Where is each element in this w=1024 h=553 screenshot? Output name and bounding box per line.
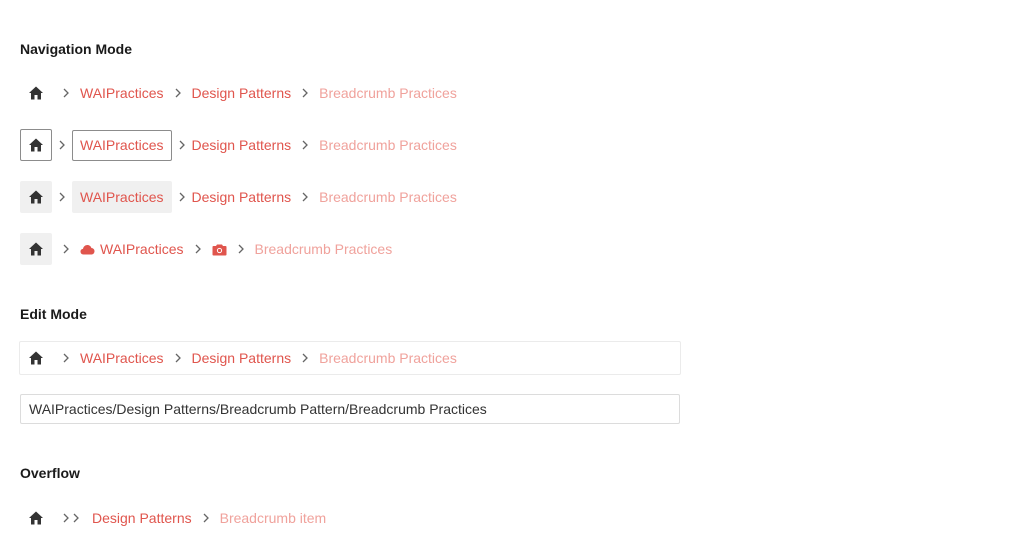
breadcrumb-plain: WAIPractices Design Patterns Breadcrumb … — [20, 77, 457, 109]
chevron-right-icon — [61, 513, 71, 523]
breadcrumb-focused: WAIPractices Design Patterns Breadcrumb … — [20, 129, 457, 161]
breadcrumb-overflow: Design Patterns Breadcrumb item — [20, 502, 326, 534]
chevron-right-icon — [52, 88, 80, 98]
breadcrumb-item-waipractices[interactable]: WAIPractices — [72, 181, 172, 213]
breadcrumb-with-icons: WAIPractices Breadcrumb Practices — [20, 233, 392, 265]
chevron-right-icon — [172, 192, 192, 202]
breadcrumb-item-waipractices[interactable]: WAIPractices — [80, 342, 164, 374]
section-title-overflow: Overflow — [20, 465, 80, 481]
breadcrumb-current: Breadcrumb item — [219, 510, 327, 526]
breadcrumb-current: Breadcrumb Practices — [319, 85, 457, 101]
home-icon[interactable] — [20, 502, 52, 534]
section-title-edit-mode: Edit Mode — [20, 306, 87, 322]
chevron-right-icon — [52, 192, 72, 202]
breadcrumb-item-design-patterns[interactable]: Design Patterns — [192, 181, 292, 213]
breadcrumb-item-waipractices[interactable]: WAIPractices — [80, 77, 164, 109]
chevron-right-icon — [291, 88, 319, 98]
breadcrumb-item-design-patterns[interactable]: Design Patterns — [192, 77, 292, 109]
chevron-right-icon — [172, 140, 192, 150]
chevron-right-icon — [227, 244, 255, 254]
chevron-right-icon — [52, 140, 72, 150]
camera-icon — [212, 243, 227, 256]
breadcrumb-item-label: WAIPractices — [100, 241, 184, 257]
section-title-navigation-mode: Navigation Mode — [20, 41, 133, 57]
breadcrumb-item-design-patterns[interactable]: Design Patterns — [192, 129, 292, 161]
chevron-right-icon — [164, 353, 192, 363]
home-icon[interactable] — [20, 342, 52, 374]
chevron-right-icon — [52, 353, 80, 363]
home-icon[interactable] — [20, 233, 52, 265]
chevron-right-icon — [291, 353, 319, 363]
editable-breadcrumb-bar[interactable]: WAIPractices Design Patterns Breadcrumb … — [19, 341, 681, 375]
chevron-right-icon — [52, 244, 80, 254]
breadcrumb-item-design-patterns[interactable]: Design Patterns — [92, 502, 192, 534]
breadcrumb-hover: WAIPractices Design Patterns Breadcrumb … — [20, 181, 457, 213]
breadcrumb-current: Breadcrumb Practices — [319, 189, 457, 205]
breadcrumb-item-camera[interactable] — [212, 233, 227, 265]
overflow-chevron-icon[interactable] — [71, 513, 81, 523]
home-icon[interactable] — [20, 129, 52, 161]
chevron-right-icon — [192, 513, 220, 523]
home-icon[interactable] — [20, 181, 52, 213]
breadcrumb-edit: WAIPractices Design Patterns Breadcrumb … — [20, 342, 457, 374]
breadcrumb-current: Breadcrumb Practices — [319, 350, 457, 366]
breadcrumb-current: Breadcrumb Practices — [319, 137, 457, 153]
breadcrumb-current: Breadcrumb Practices — [254, 241, 393, 257]
home-icon[interactable] — [20, 77, 52, 109]
chevron-right-icon — [184, 244, 212, 254]
breadcrumb-item-waipractices[interactable]: WAIPractices — [72, 129, 172, 161]
chevron-right-icon — [291, 192, 319, 202]
breadcrumb-item-waipractices[interactable]: WAIPractices — [80, 233, 184, 265]
breadcrumb-item-design-patterns[interactable]: Design Patterns — [192, 342, 292, 374]
chevron-right-icon — [164, 88, 192, 98]
chevron-right-icon — [291, 140, 319, 150]
breadcrumb-path-input[interactable] — [20, 394, 680, 424]
cloud-icon — [80, 244, 95, 255]
